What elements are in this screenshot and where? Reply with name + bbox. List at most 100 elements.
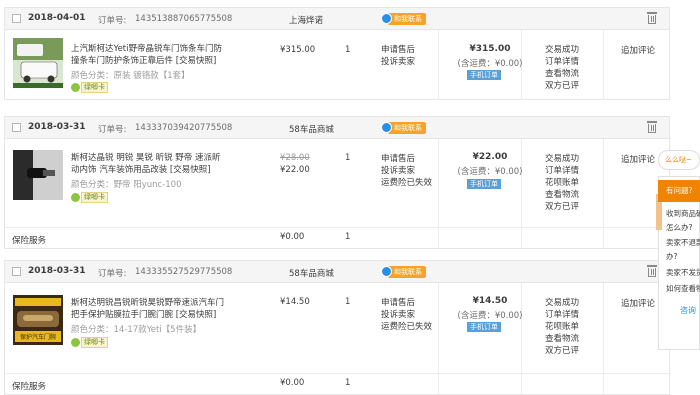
green-card-badge[interactable]: 绿唧卡 <box>71 82 108 93</box>
order-checkbox[interactable] <box>12 14 21 23</box>
status-text: 交易成功 <box>545 45 580 55</box>
delete-order-icon[interactable] <box>647 12 657 24</box>
order-number-label: 订单号: <box>98 125 127 135</box>
green-card-badge[interactable]: 绿唧卡 <box>71 192 108 203</box>
huabei-bill-link[interactable]: 花呗账单 <box>545 177 579 189</box>
quantity: 1 <box>345 153 351 163</box>
order-number-label: 订单号: <box>98 269 127 279</box>
order-header: 2018-04-01 订单号: 143513887065775508 上海烨诺 … <box>5 8 669 30</box>
view-logistics-link[interactable]: 查看物流 <box>545 189 579 201</box>
leaf-icon <box>71 338 80 347</box>
shop-name[interactable]: 58车品商城 <box>289 123 334 135</box>
product-thumbnail[interactable] <box>13 150 63 200</box>
shipping-fee: (含运费：¥0.00) <box>457 167 523 177</box>
mobile-order-tag: 手机订单 <box>467 70 501 80</box>
quantity: 1 <box>345 297 351 307</box>
insurance-price: ¥0.00 <box>280 378 305 388</box>
delete-order-icon[interactable] <box>647 121 657 133</box>
insurance-row: 保险服务 ¥0.00 1 <box>5 227 669 249</box>
product-thumbnail[interactable] <box>13 38 63 88</box>
product-attributes: 颜色分类：14-17款Yeti【5件装】 <box>71 325 202 335</box>
leaf-icon <box>71 193 80 202</box>
shipping-fee: (含运费：¥0.00) <box>457 311 523 321</box>
product-attributes: 颜色分类：原装 镀铬款【1套】 <box>71 71 190 81</box>
order-header: 2018-03-31 订单号: 143335527529775508 58车品商… <box>5 261 669 283</box>
order-status-links: 交易成功 订单详情 查看物流 双方已评 <box>545 44 579 92</box>
product-thumbnail[interactable]: 保护汽车门腕 <box>13 295 63 345</box>
insurance-label: 保险服务 <box>12 236 47 246</box>
orders-page: 2018-04-01 订单号: 143513887065775508 上海烨诺 … <box>0 0 700 395</box>
faq-box <box>658 176 700 350</box>
apply-after-sale-link[interactable]: 申请售后 <box>381 44 415 56</box>
order-status-links: 交易成功 订单详情 花呗账单 查看物流 双方已评 <box>545 297 579 357</box>
view-logistics-link[interactable]: 查看物流 <box>545 333 579 345</box>
product-name-link[interactable]: 斯柯达晶锐 明锐 昊锐 昕锐 野帝 速派昕动内饰 汽车装饰用品改装 [交易快照] <box>71 152 227 176</box>
order-number: 143337039420775508 <box>135 123 233 133</box>
order-total: ¥22.00 <box>472 152 508 162</box>
faq-item[interactable]: 怎么办? <box>666 222 692 233</box>
order-total: ¥315.00 <box>469 44 511 54</box>
faq-item[interactable]: 卖家不发货 <box>666 267 700 278</box>
faq-item[interactable]: 办? <box>666 251 677 262</box>
faq-header: 有问题? <box>658 180 700 202</box>
order-checkbox[interactable] <box>12 123 21 132</box>
unit-price: ¥14.50 <box>280 297 310 307</box>
quantity: 1 <box>345 45 351 55</box>
product-name-link[interactable]: 斯柯达明锐昌锐昕锐昊锐野帝速派汽车门把手保护贴膜拉手门腕门腕 [交易快照] <box>71 297 227 321</box>
complain-seller-link[interactable]: 投诉卖家 <box>381 165 432 177</box>
order-status-links: 交易成功 订单详情 花呗账单 查看物流 双方已评 <box>545 153 579 213</box>
insurance-qty: 1 <box>345 232 351 242</box>
delete-order-icon[interactable] <box>647 265 657 277</box>
order-date: 2018-03-31 <box>28 122 86 132</box>
order-total: ¥14.50 <box>472 296 508 306</box>
faq-item[interactable]: 如何查看物 <box>666 283 700 294</box>
order-number: 143513887065775508 <box>135 14 233 24</box>
add-review-link[interactable]: 追加评论 <box>621 297 655 309</box>
review-status: 双方已评 <box>545 81 580 91</box>
review-status: 双方已评 <box>545 202 580 212</box>
unit-price: ¥22.00 <box>280 165 310 175</box>
after-sale-links: 申请售后 投诉卖家 运费险已失效 <box>381 297 432 333</box>
view-logistics-link[interactable]: 查看物流 <box>545 68 579 80</box>
chat-icon <box>381 13 392 24</box>
order-details-link[interactable]: 订单详情 <box>545 165 579 177</box>
status-text: 交易成功 <box>545 154 580 164</box>
contact-seller-button[interactable]: 和我联系 <box>381 265 426 278</box>
order-number-label: 订单号: <box>98 16 127 26</box>
shipping-fee: (含运费：¥0.00) <box>457 59 523 69</box>
add-review-link[interactable]: 追加评论 <box>621 153 655 165</box>
unit-price: ¥315.00 <box>280 45 316 55</box>
order-number: 143335527529775508 <box>135 267 233 277</box>
chat-bubble[interactable]: 么么哒~ <box>658 150 700 170</box>
order-checkbox[interactable] <box>12 267 21 276</box>
shop-name[interactable]: 58车品商城 <box>289 267 334 279</box>
faq-item[interactable]: 卖家不退款 <box>666 237 700 248</box>
shop-name[interactable]: 上海烨诺 <box>289 14 323 26</box>
apply-after-sale-link[interactable]: 申请售后 <box>381 153 432 165</box>
insurance-price: ¥0.00 <box>280 232 305 242</box>
shipping-insurance-status: 运费险已失效 <box>381 178 433 188</box>
complain-seller-link[interactable]: 投诉卖家 <box>381 56 415 68</box>
order-date: 2018-03-31 <box>28 266 86 276</box>
chat-icon <box>381 266 392 277</box>
shipping-insurance-status: 运费险已失效 <box>381 322 433 332</box>
order-body: 斯柯达晶锐 明锐 昊锐 昕锐 野帝 速派昕动内饰 汽车装饰用品改装 [交易快照]… <box>5 139 669 249</box>
contact-seller-button[interactable]: 和我联系 <box>381 12 426 25</box>
faq-item[interactable]: 收到商品破 <box>666 208 700 219</box>
huabei-bill-link[interactable]: 花呗账单 <box>545 321 579 333</box>
order-details-link[interactable]: 订单详情 <box>545 56 579 68</box>
help-side-panel: 么么哒~ 有问题? 收到商品破 怎么办? 卖家不退款 办? 卖家不发货 如何查看… <box>656 150 700 360</box>
order-card: 2018-04-01 订单号: 143513887065775508 上海烨诺 … <box>4 7 670 100</box>
mobile-order-tag: 手机订单 <box>467 179 501 189</box>
product-attributes: 颜色分类：野帝 阳yunc-100 <box>71 180 182 190</box>
order-details-link[interactable]: 订单详情 <box>545 309 579 321</box>
apply-after-sale-link[interactable]: 申请售后 <box>381 297 432 309</box>
product-name-link[interactable]: 上汽斯柯达Yeti野帝晶锐车门饰条车门防撞条车门防护条饰正靠后件 [交易快照] <box>71 43 227 67</box>
add-review-link[interactable]: 追加评论 <box>621 44 655 56</box>
status-text: 交易成功 <box>545 298 580 308</box>
contact-seller-button[interactable]: 和我联系 <box>381 121 426 134</box>
order-body: 上汽斯柯达Yeti野帝晶锐车门饰条车门防撞条车门防护条饰正靠后件 [交易快照] … <box>5 30 669 100</box>
consult-link[interactable]: 咨询 <box>680 305 696 316</box>
complain-seller-link[interactable]: 投诉卖家 <box>381 309 432 321</box>
green-card-badge[interactable]: 绿唧卡 <box>71 337 108 348</box>
